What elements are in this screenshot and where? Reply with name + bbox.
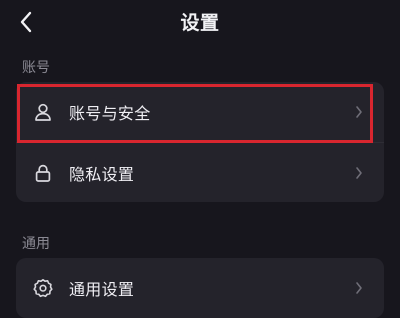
lock-icon [33, 163, 53, 183]
account-security-item[interactable]: 账号与安全 [16, 82, 384, 142]
top-bar: 设置 [0, 0, 400, 48]
gear-icon [33, 278, 53, 298]
user-icon [33, 102, 53, 122]
privacy-settings-item[interactable]: 隐私设置 [16, 142, 384, 202]
chevron-right-icon [352, 166, 366, 180]
account-security-label: 账号与安全 [69, 104, 151, 123]
account-settings-card: 账号与安全 隐私设置 [16, 82, 384, 202]
chevron-right-icon [352, 105, 366, 119]
general-settings-card: 通用设置 [16, 258, 384, 318]
general-settings-label: 通用设置 [69, 280, 135, 299]
general-settings-item[interactable]: 通用设置 [16, 258, 384, 318]
section-title-general: 通用 [22, 236, 50, 252]
page-title: 设置 [180, 12, 220, 34]
privacy-settings-label: 隐私设置 [69, 165, 135, 184]
section-title-account: 账号 [22, 60, 50, 76]
